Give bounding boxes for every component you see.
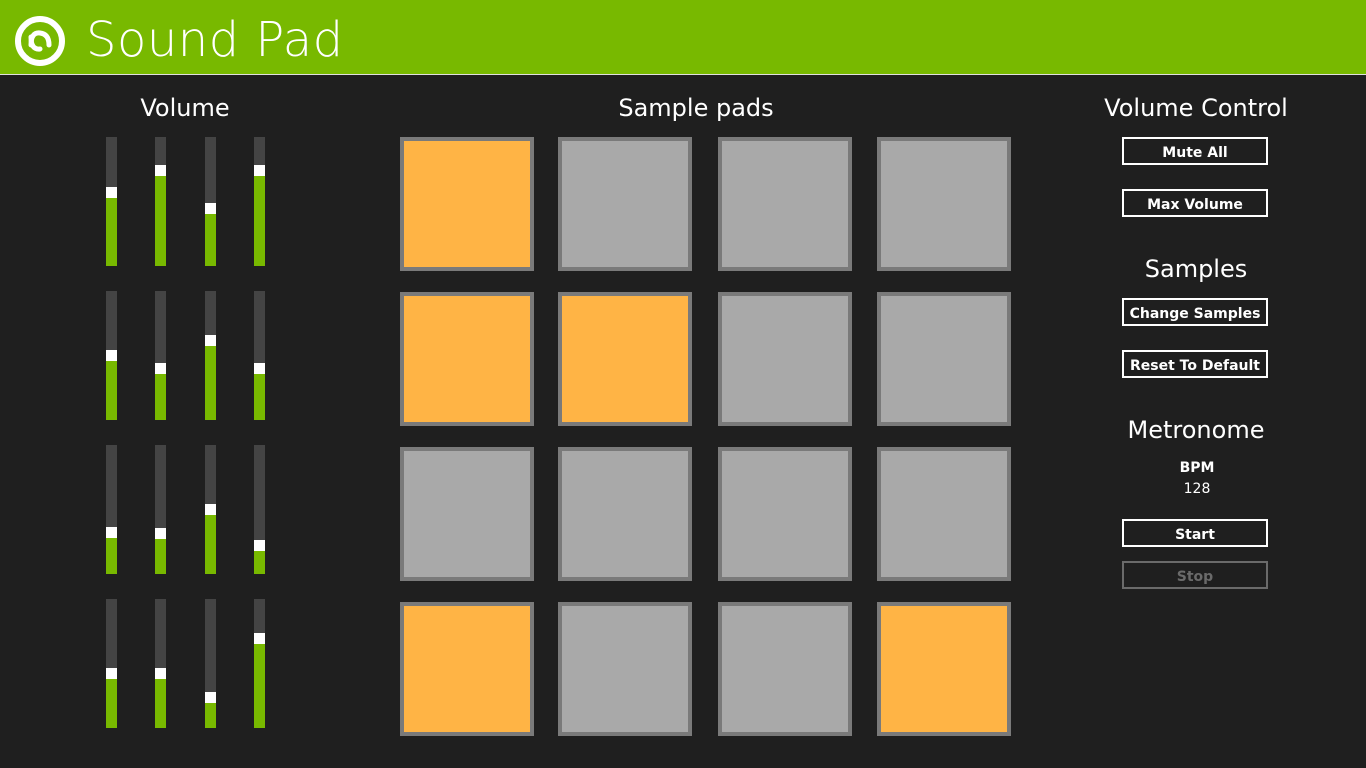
volume-slider-fill: [205, 515, 216, 574]
volume-slider-thumb[interactable]: [254, 540, 265, 551]
volume-slider[interactable]: [254, 599, 265, 728]
volume-slider-fill: [155, 374, 166, 420]
volume-slider[interactable]: [254, 137, 265, 266]
volume-slider[interactable]: [106, 599, 117, 728]
volume-slider[interactable]: [254, 291, 265, 420]
start-button[interactable]: Start: [1122, 519, 1268, 547]
volume-slider-thumb[interactable]: [106, 527, 117, 538]
app-header: Sound Pad: [0, 0, 1366, 75]
volume-slider-fill: [155, 176, 166, 266]
volume-control-title: Volume Control: [1104, 94, 1288, 122]
volume-slider-fill: [205, 346, 216, 420]
sample-pad[interactable]: [400, 292, 534, 426]
sample-pad[interactable]: [558, 602, 692, 736]
volume-slider-thumb[interactable]: [106, 668, 117, 679]
app-title: Sound Pad: [86, 12, 344, 68]
sample-pad[interactable]: [718, 292, 852, 426]
sample-pad[interactable]: [400, 447, 534, 581]
sample-pad[interactable]: [400, 602, 534, 736]
volume-slider-thumb[interactable]: [205, 504, 216, 515]
volume-slider[interactable]: [254, 445, 265, 574]
change-samples-button[interactable]: Change Samples: [1122, 298, 1268, 326]
sample-pad[interactable]: [558, 292, 692, 426]
volume-slider[interactable]: [155, 599, 166, 728]
sample-pads-title: Sample pads: [618, 94, 774, 122]
volume-slider[interactable]: [155, 291, 166, 420]
sample-pad[interactable]: [877, 137, 1011, 271]
volume-slider-thumb[interactable]: [205, 335, 216, 346]
volume-slider-thumb[interactable]: [106, 187, 117, 198]
sample-pad[interactable]: [718, 602, 852, 736]
volume-slider[interactable]: [106, 137, 117, 266]
sample-pad[interactable]: [877, 292, 1011, 426]
volume-slider-thumb[interactable]: [106, 350, 117, 361]
volume-slider-thumb[interactable]: [254, 633, 265, 644]
sample-pad[interactable]: [718, 447, 852, 581]
sample-pad[interactable]: [558, 447, 692, 581]
volume-slider[interactable]: [106, 445, 117, 574]
volume-slider-thumb[interactable]: [205, 692, 216, 703]
volume-slider[interactable]: [155, 137, 166, 266]
bpm-label: BPM: [1179, 460, 1215, 476]
volume-slider-thumb[interactable]: [205, 203, 216, 214]
volume-slider[interactable]: [205, 291, 216, 420]
volume-slider-fill: [254, 374, 265, 420]
volume-title: Volume: [140, 94, 230, 122]
volume-slider-thumb[interactable]: [254, 363, 265, 374]
samples-title: Samples: [1144, 255, 1248, 283]
volume-slider-fill: [106, 679, 117, 728]
volume-slider-fill: [254, 176, 265, 266]
volume-slider-fill: [106, 198, 117, 266]
sample-pad[interactable]: [558, 137, 692, 271]
volume-slider-thumb[interactable]: [254, 165, 265, 176]
volume-slider[interactable]: [205, 599, 216, 728]
volume-slider-fill: [254, 551, 265, 574]
volume-slider-thumb[interactable]: [155, 363, 166, 374]
stop-button[interactable]: Stop: [1122, 561, 1268, 589]
volume-slider-thumb[interactable]: [155, 165, 166, 176]
sample-pad[interactable]: [718, 137, 852, 271]
volume-slider-fill: [106, 361, 117, 420]
volume-slider[interactable]: [205, 445, 216, 574]
volume-slider-thumb[interactable]: [155, 668, 166, 679]
volume-slider-thumb[interactable]: [155, 528, 166, 539]
volume-slider-fill: [106, 538, 117, 574]
volume-slider-fill: [155, 539, 166, 574]
app-logo-icon: [15, 16, 65, 66]
volume-slider-fill: [205, 703, 216, 728]
mute-all-button[interactable]: Mute All: [1122, 137, 1268, 165]
volume-slider[interactable]: [205, 137, 216, 266]
volume-slider-fill: [254, 644, 265, 728]
sample-pad[interactable]: [877, 602, 1011, 736]
max-volume-button[interactable]: Max Volume: [1122, 189, 1268, 217]
bpm-value: 128: [1183, 481, 1211, 497]
volume-slider-fill: [205, 214, 216, 266]
volume-slider[interactable]: [106, 291, 117, 420]
sample-pad[interactable]: [400, 137, 534, 271]
sample-pad[interactable]: [877, 447, 1011, 581]
metronome-title: Metronome: [1127, 416, 1265, 444]
volume-slider[interactable]: [155, 445, 166, 574]
reset-to-default-button[interactable]: Reset To Default: [1122, 350, 1268, 378]
volume-slider-fill: [155, 679, 166, 728]
